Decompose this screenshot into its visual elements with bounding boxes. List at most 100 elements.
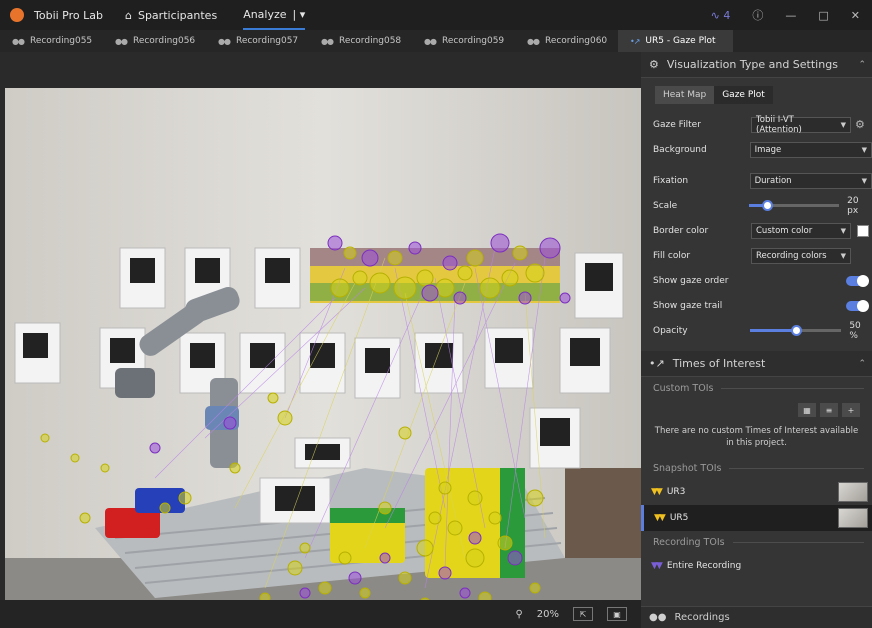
scale-slider-handle[interactable] <box>762 200 774 211</box>
gaze-plot-image[interactable] <box>5 88 641 618</box>
chevron-down-icon: ▼ <box>840 120 846 129</box>
gaze-plot-button[interactable]: Gaze Plot <box>714 86 773 104</box>
zoom-search-icon[interactable]: ⚲ <box>515 609 522 620</box>
tab-recording055[interactable]: ●● Recording055 <box>0 30 103 52</box>
opacity-label: Opacity <box>653 325 688 336</box>
tab-label: Recording060 <box>544 36 608 46</box>
minimize-icon[interactable]: — <box>785 9 796 22</box>
opacity-slider-handle[interactable] <box>791 325 803 336</box>
scene-drawing <box>5 88 641 618</box>
viz-settings-header[interactable]: ⚙ Visualization Type and Settings ⌃ <box>641 52 872 78</box>
gaze-order-toggle[interactable] <box>846 274 869 287</box>
tab-ur5-gaze-plot[interactable]: •↗ UR5 - Gaze Plot <box>618 30 733 52</box>
background-value: Image <box>754 144 782 155</box>
fixation-value: Duration <box>754 175 792 186</box>
menu-participants[interactable]: ⌂ Sparticipantes <box>125 0 217 30</box>
fit-screen-icon[interactable]: ⇱ <box>573 607 593 621</box>
gaze-filter-settings-icon[interactable]: ⚙ <box>855 118 865 131</box>
recording-toi-entire[interactable]: ▼▼ Entire Recording <box>641 553 872 579</box>
toi-header[interactable]: •↗ Times of Interest ⌃ <box>641 351 872 377</box>
heat-map-button[interactable]: Heat Map <box>655 86 715 104</box>
scale-row: Scale 20 px <box>641 193 872 218</box>
chevron-down-icon: ▼ <box>861 145 867 154</box>
app-title: Tobii Pro Lab <box>34 8 103 22</box>
fill-color-select[interactable]: Recording colors ▼ <box>751 247 851 264</box>
opacity-row: Opacity 50 % <box>641 318 872 343</box>
status-count: 4 <box>723 8 731 22</box>
tab-recording058[interactable]: ●● Recording058 <box>309 30 412 52</box>
tab-recording056[interactable]: ●● Recording056 <box>103 30 206 52</box>
activity-icon[interactable]: ∿ 4 <box>711 9 731 22</box>
collapse-icon[interactable]: ⌃ <box>858 60 866 70</box>
tab-recording060[interactable]: ●● Recording060 <box>515 30 618 52</box>
close-icon[interactable]: ✕ <box>851 9 860 22</box>
fixation-row: Fixation Duration ▼ <box>641 168 872 193</box>
gear-icon: ⚙ <box>649 58 659 71</box>
snapshot-tois-header: Snapshot TOIs <box>641 457 872 479</box>
tab-label: Recording057 <box>235 36 299 46</box>
snapshot-label: UR3 <box>666 487 686 497</box>
menu-analyze-label: Analyze <box>243 7 287 21</box>
background-select[interactable]: Image ▼ <box>749 141 872 158</box>
no-custom-tois-message: There are no custom Times of Interest av… <box>654 426 859 448</box>
border-color-swatch[interactable] <box>857 224 869 237</box>
viz-settings-title: Visualization Type and Settings <box>666 58 838 71</box>
eye-tracking-icon: ●● <box>321 36 334 46</box>
tab-label: UR5 - Gaze Plot <box>645 36 716 46</box>
help-icon[interactable]: ⓘ <box>752 7 763 23</box>
opacity-slider[interactable] <box>750 325 842 336</box>
menu-analyze[interactable]: Analyze | ▾ <box>243 0 306 30</box>
tab-recording059[interactable]: ●● Recording059 <box>412 30 515 52</box>
grid-view-icon[interactable]: ▦ <box>798 403 816 417</box>
background-label: Background <box>653 144 707 155</box>
opacity-slider-fill <box>750 329 797 332</box>
list-view-icon[interactable]: ≡ <box>820 403 838 417</box>
collapse-icon[interactable]: ⌃ <box>858 359 866 369</box>
gaze-filter-select[interactable]: Tobii I-VT (Attention) ▼ <box>751 114 851 135</box>
title-bar: Tobii Pro Lab ⌂ Sparticipantes Analyze |… <box>0 0 872 30</box>
app-logo-icon <box>10 8 24 22</box>
gaze-order-row: Show gaze order <box>641 268 872 293</box>
custom-tois-label: Custom TOIs <box>653 382 714 394</box>
toi-marker-icon: ▼▼ <box>651 561 663 571</box>
snapshot-toi-ur3[interactable]: ▼▼ UR3 <box>641 479 872 505</box>
tab-recording057[interactable]: ●● Recording057 <box>206 30 309 52</box>
fill-color-row: Fill color Recording colors ▼ <box>641 243 872 268</box>
visualization-viewer: ⚲ 20% ⇱ ▣ <box>0 52 641 628</box>
maximize-icon[interactable]: □ <box>818 9 828 22</box>
recording-tab-strip: ●● Recording055 ●● Recording056 ●● Recordin… <box>0 30 872 52</box>
border-color-select[interactable]: Custom color ▼ <box>751 222 851 239</box>
dropdown-icon[interactable]: | ▾ <box>293 8 306 21</box>
eye-tracking-icon: ●● <box>115 36 128 46</box>
snapshot-toi-ur5[interactable]: ▼▼ UR5 <box>641 505 872 531</box>
fixation-label: Fixation <box>653 175 689 186</box>
recordings-header[interactable]: ●● Recordings <box>641 606 872 628</box>
eye-tracking-icon: ●● <box>218 36 231 46</box>
gaze-trail-toggle[interactable] <box>846 299 869 312</box>
fullscreen-icon[interactable]: ▣ <box>607 607 627 621</box>
tab-label: Recording055 <box>29 36 93 46</box>
eye-tracking-icon: ●● <box>527 36 540 46</box>
tab-label: Recording058 <box>338 36 402 46</box>
scale-label: Scale <box>653 200 678 211</box>
times-of-interest-icon: •↗ <box>649 357 665 370</box>
fill-color-value: Recording colors <box>756 250 827 261</box>
scale-slider[interactable] <box>749 200 840 211</box>
gaze-order-label: Show gaze order <box>653 275 729 286</box>
gaze-filter-value: Tobii I-VT (Attention) <box>756 114 802 135</box>
viz-type-toggle: Heat Map Gaze Plot <box>655 86 872 104</box>
divider <box>732 541 864 543</box>
gaze-trail-label: Show gaze trail <box>653 300 723 311</box>
add-toi-icon[interactable]: + <box>842 403 860 417</box>
recording-tois-label: Recording TOIs <box>653 536 725 548</box>
fixation-select[interactable]: Duration ▼ <box>749 172 872 189</box>
gaze-trail-row: Show gaze trail <box>641 293 872 318</box>
background-row: Background Image ▼ <box>641 137 872 162</box>
chevron-down-icon: ▼ <box>840 226 846 235</box>
snapshot-tois-label: Snapshot TOIs <box>653 462 722 474</box>
settings-panel: ⚙ Visualization Type and Settings ⌃ Heat… <box>641 52 872 628</box>
home-icon: ⌂ <box>124 8 132 22</box>
zoom-level: 20% <box>536 608 559 620</box>
border-color-label: Border color <box>653 225 709 236</box>
snapshot-label: UR5 <box>669 513 689 523</box>
